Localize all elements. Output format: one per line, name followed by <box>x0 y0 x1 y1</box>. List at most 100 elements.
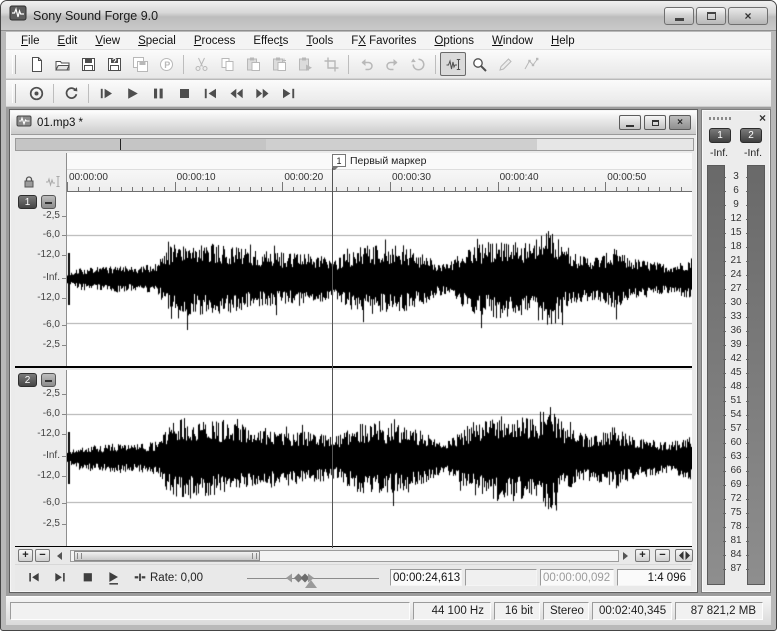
panel-drag-handle[interactable] <box>709 117 733 120</box>
paste-button[interactable] <box>240 52 266 76</box>
title-bar[interactable]: Sony Sound Forge 9.0 × <box>1 1 776 31</box>
edit-tool-button[interactable] <box>440 52 466 76</box>
close-button[interactable]: × <box>728 7 768 25</box>
menu-process[interactable]: Process <box>185 33 245 49</box>
channel-2-button[interactable]: 2 <box>18 373 37 387</box>
horizontal-scrollbar[interactable] <box>70 550 619 562</box>
repeat-button[interactable] <box>405 52 431 76</box>
magnify-tool-button[interactable] <box>466 52 492 76</box>
menu-edit[interactable]: Edit <box>49 33 87 49</box>
meter-channel-1-button[interactable]: 1 <box>709 128 731 143</box>
waveform-channel-2[interactable] <box>67 370 692 546</box>
time-ruler[interactable]: 00:00:0000:00:1000:00:2000:00:3000:00:40… <box>67 170 692 192</box>
save-as-button[interactable]: ? <box>101 52 127 76</box>
meter-scale-label: 51 <box>726 396 746 406</box>
doc-go-to-end-button[interactable] <box>53 571 68 585</box>
stop-button[interactable] <box>171 81 197 105</box>
zoom-out-time-button[interactable]: − <box>35 549 50 562</box>
fast-forward-button[interactable] <box>249 81 275 105</box>
doc-close-button[interactable]: × <box>669 115 691 130</box>
cut-button[interactable] <box>188 52 214 76</box>
overview-cursor[interactable] <box>120 139 121 150</box>
meters-close-button[interactable]: × <box>759 111 766 125</box>
maximize-button[interactable] <box>696 7 726 25</box>
selection-length-display[interactable]: 00:00:00,092 <box>540 569 614 586</box>
status-free-space[interactable]: 87 821,2 MB <box>675 602 763 620</box>
minimize-button[interactable] <box>664 7 694 25</box>
overview-bar[interactable] <box>15 138 694 151</box>
status-bit-depth[interactable]: 16 bit <box>494 602 540 620</box>
overview-loaded-region <box>266 139 537 150</box>
doc-restore-button[interactable] <box>644 115 666 130</box>
meter-channel-2-button[interactable]: 2 <box>740 128 762 143</box>
menu-options[interactable]: Options <box>425 33 483 49</box>
save-button[interactable] <box>75 52 101 76</box>
doc-go-to-start-button[interactable] <box>27 571 42 585</box>
scroll-right-arrow[interactable] <box>623 552 628 560</box>
loop-playback-button[interactable] <box>58 81 84 105</box>
publish-button[interactable]: P <box>153 52 179 76</box>
db-scale-label: -12,0 <box>37 470 60 481</box>
menu-file[interactable]: File <box>12 33 49 49</box>
channel-1-button[interactable]: 1 <box>18 195 37 209</box>
open-file-button[interactable] <box>49 52 75 76</box>
zoom-fit-button[interactable] <box>675 549 693 562</box>
undo-button[interactable] <box>353 52 379 76</box>
zoom-out-button[interactable]: − <box>655 549 670 562</box>
menu-fx-favorites[interactable]: FX Favorites <box>342 33 425 49</box>
paste-special-button[interactable] <box>292 52 318 76</box>
marker-bar[interactable]: 1 Первый маркер <box>67 153 692 170</box>
envelope-tool-icon <box>523 56 540 73</box>
zoom-in-button[interactable]: + <box>635 549 650 562</box>
go-to-end-button[interactable] <box>275 81 301 105</box>
status-length[interactable]: 00:02:40,345 <box>592 602 672 620</box>
cursor-position-display[interactable]: 00:00:24,613 <box>390 569 462 586</box>
toolbar-grip[interactable] <box>12 84 16 103</box>
menu-window[interactable]: Window <box>483 33 542 49</box>
channel-2-minimize-button[interactable] <box>41 373 56 387</box>
waveform-canvas-2[interactable] <box>67 370 692 546</box>
redo-button[interactable] <box>379 52 405 76</box>
status-sample-rate[interactable]: 44 100 Hz <box>413 602 491 620</box>
pause-button[interactable] <box>145 81 171 105</box>
document-title-bar[interactable]: 01.mp3 * × <box>11 111 696 135</box>
menu-view[interactable]: View <box>86 33 129 49</box>
scrollbar-thumb[interactable] <box>74 551 260 561</box>
toolbar-grip[interactable] <box>12 55 16 74</box>
menu-tools[interactable]: Tools <box>297 33 342 49</box>
waveform-channel-1[interactable] <box>67 192 692 366</box>
pencil-tool-button[interactable] <box>492 52 518 76</box>
play-all-button[interactable] <box>93 81 119 105</box>
scroll-left-arrow[interactable] <box>57 552 62 560</box>
zoom-ratio-display[interactable]: 1:4 096 <box>617 569 691 586</box>
channel-1-minimize-button[interactable] <box>41 195 56 209</box>
status-channel-mode[interactable]: Stereo <box>543 602 589 620</box>
rewind-button[interactable] <box>223 81 249 105</box>
doc-minimize-button[interactable] <box>619 115 641 130</box>
ruler-minor-tick <box>229 187 230 191</box>
new-file-button[interactable] <box>23 52 49 76</box>
doc-play-button[interactable] <box>107 571 122 585</box>
marker-tab[interactable]: 1 <box>332 154 346 167</box>
copy-button[interactable] <box>214 52 240 76</box>
meter-scale-label: 33 <box>726 312 746 322</box>
rate-slider-marker[interactable] <box>305 580 317 588</box>
paste-to-new-button[interactable] <box>266 52 292 76</box>
trim-crop-button[interactable] <box>318 52 344 76</box>
play-button[interactable] <box>119 81 145 105</box>
menu-special[interactable]: Special <box>129 33 185 49</box>
menu-effects[interactable]: Effects <box>244 33 297 49</box>
save-all-button[interactable] <box>127 52 153 76</box>
doc-event-tool-button[interactable] <box>133 571 148 585</box>
selection-start-display[interactable] <box>465 569 537 586</box>
waveform-canvas-1[interactable] <box>67 192 692 366</box>
doc-stop-button[interactable] <box>81 571 96 585</box>
meter-scale-label: 27 <box>726 284 746 294</box>
overview-view-region[interactable] <box>16 139 266 150</box>
menu-help[interactable]: Help <box>542 33 584 49</box>
zoom-in-time-button[interactable]: + <box>18 549 33 562</box>
record-button[interactable] <box>23 81 49 105</box>
go-to-start-button[interactable] <box>197 81 223 105</box>
envelope-tool-button[interactable] <box>518 52 544 76</box>
edit-tool-icon[interactable] <box>45 174 61 194</box>
